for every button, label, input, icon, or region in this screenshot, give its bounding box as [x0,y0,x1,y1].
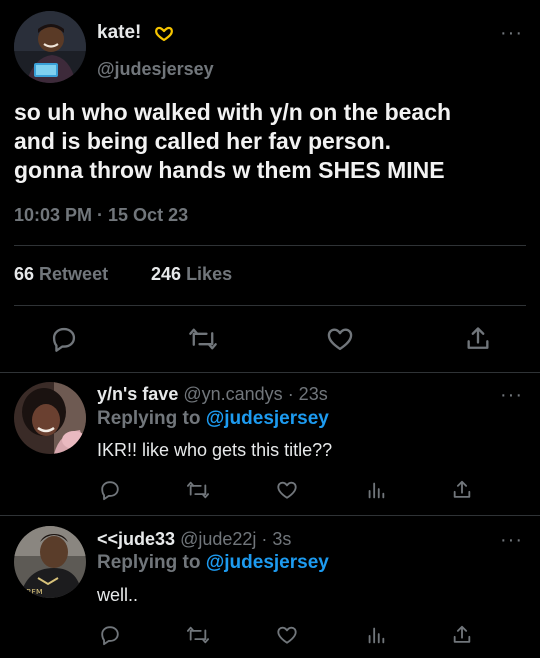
tweet-text: so uh who walked with y/n on the beach a… [14,98,451,185]
retweet-icon[interactable] [186,624,210,646]
retweets-label: Retweet [39,264,109,284]
likes-label: Likes [186,264,233,284]
divider [0,515,540,516]
tweet-text-line: so uh who walked with y/n on the beach [14,99,452,125]
handle[interactable]: @yn.candys [183,384,282,404]
replying-to-label: Replying to [97,552,201,573]
share-icon[interactable] [451,479,473,501]
tweet-text-line: and is being called her fav person. [14,128,392,154]
views-icon[interactable] [365,479,387,501]
more-icon[interactable]: ··· [500,22,523,45]
display-name[interactable]: y/n's fave [97,384,178,404]
retweet-icon[interactable] [188,325,218,353]
like-icon[interactable] [276,479,298,501]
handle[interactable]: @jude22j [180,529,256,549]
reply-text: well.. [97,585,139,605]
likes-stat[interactable]: 246 Likes [151,264,232,285]
replying-to-handle[interactable]: @judesjersey [206,552,329,573]
avatar[interactable]: ʀꜰᴍ [14,526,86,598]
reply-icon[interactable] [99,479,121,501]
display-name[interactable]: kate! [97,22,141,44]
hands-heart-emoji-icon [154,26,174,47]
replying-to-label: Replying to [97,408,201,429]
reply-time[interactable]: · 3s [261,529,291,549]
retweets-count: 66 [14,264,35,284]
reply-text: IKR!! like who gets this title?? [97,440,333,460]
avatar[interactable] [14,382,86,454]
like-icon[interactable] [326,325,354,353]
timestamp[interactable]: 10:03 PM · 15 Oct 23 [14,205,188,226]
share-icon[interactable] [451,624,473,646]
display-name[interactable]: <<jude33 [97,529,175,549]
more-icon[interactable]: ··· [500,529,523,552]
reply-icon[interactable] [50,325,78,353]
reply-icon[interactable] [99,624,121,646]
replying-to: Replying to @judesjersey [97,408,329,430]
replying-to-handle[interactable]: @judesjersey [206,408,329,429]
more-icon[interactable]: ··· [500,384,523,407]
tweet-text-line: gonna throw hands w them SHES MINE [14,157,445,183]
reply-header: y/n's fave @yn.candys · 23s [97,384,328,405]
reply-time[interactable]: · 23s [288,384,328,404]
share-icon[interactable] [464,325,492,353]
divider [14,305,526,306]
avatar[interactable] [14,11,86,83]
handle[interactable]: @judesjersey [97,59,214,80]
divider [0,372,540,373]
retweets-stat[interactable]: 66 Retweet [14,264,108,285]
likes-count: 246 [151,264,182,284]
views-icon[interactable] [365,624,387,646]
retweet-icon[interactable] [186,479,210,501]
reply-header: <<jude33 @jude22j · 3s [97,529,291,550]
like-icon[interactable] [276,624,298,646]
divider [14,245,526,246]
jersey-letters: ʀꜰᴍ [26,587,43,597]
replying-to: Replying to @judesjersey [97,552,329,574]
